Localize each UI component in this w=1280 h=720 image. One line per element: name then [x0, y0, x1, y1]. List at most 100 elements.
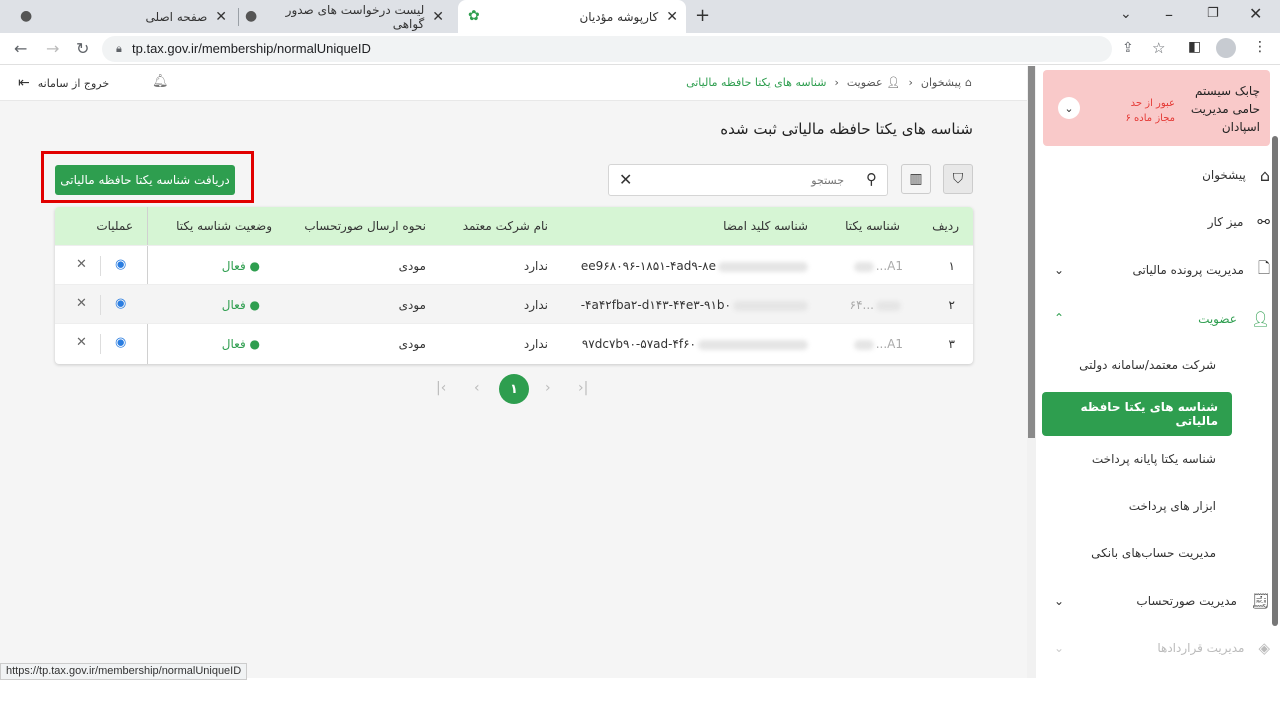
col-unique-id: شناسه یکتا [845, 219, 900, 233]
ops-divider [100, 256, 101, 276]
browser-tab-strip: ● ✕ صفحه اصلی ● ✕ لیست درخواست های صدور … [0, 0, 1280, 33]
subitem-bank-accounts[interactable]: مدیریت حساب‌های بانکی [1026, 546, 1216, 560]
close-tab-icon[interactable]: ✕ [215, 9, 227, 25]
nodes-icon: ⚯ [1257, 213, 1270, 231]
view-icon[interactable]: ◉ [115, 296, 126, 311]
minimize-icon[interactable]: – [1165, 5, 1173, 24]
sidebar-item-label: مدیریت قراردادها [1157, 641, 1245, 655]
sidebar-item-tax-file[interactable]: 🗋︎ مدیریت پرونده مالیاتی [1132, 250, 1270, 290]
first-page-icon[interactable]: |‹ [436, 380, 446, 396]
next-page-icon[interactable]: › [545, 380, 551, 396]
search-icon[interactable]: ⚲ [866, 170, 877, 188]
cell-row: ۳ [948, 337, 955, 351]
handshake-icon: ◈ [1258, 639, 1270, 657]
restore-icon[interactable]: ❐ [1207, 6, 1219, 21]
globe-icon: ● [245, 8, 258, 24]
cell-key-id: ۴a۴۲fba۲-d۱۴۳-۴۴e۳-۹۱b۰- [581, 298, 808, 312]
url-text[interactable]: tp.tax.gov.ir/membership/normalUniqueID [132, 41, 371, 56]
prev-page-icon[interactable]: ‹ [474, 380, 480, 396]
last-page-icon[interactable]: ›| [578, 380, 588, 396]
table-header: ردیف شناسه یکتا شناسه کلید امضا نام شرکت… [55, 207, 973, 245]
address-bar: ← → ↻ 🔒︎ tp.tax.gov.ir/membership/normal… [0, 33, 1280, 65]
cell-key-id: ۹۷dc۷b۹۰-۵۷ad-۴f۶۰ [582, 337, 808, 351]
subitem-trusted-company[interactable]: شرکت معتمد/سامانه دولتی [1026, 358, 1216, 372]
columns-button[interactable]: ▥ [901, 164, 931, 194]
alert-box[interactable]: چابک سیستم حامی مدیریت اسپادان عبور از ح… [1043, 70, 1270, 146]
status-dot-icon: ● [249, 259, 260, 273]
status-dot-icon: ● [249, 298, 260, 312]
sidebar-item-membership[interactable]: 👤︎ عضویت [1198, 299, 1270, 339]
breadcrumb-membership[interactable]: عضویت [847, 76, 883, 89]
tab-home[interactable]: ✕ صفحه اصلی [140, 0, 235, 33]
sidebar-item-label: مدیریت پرونده مالیاتی [1132, 263, 1244, 277]
cell-method: مودی [398, 259, 426, 273]
top-bar: خروج از سامانه ⇤ 🔔︎ ⌂ پیشخوان ‹ 👤︎ عضویت… [0, 66, 1027, 101]
tab-cert-list[interactable]: ✕ لیست درخواست های صدور گواهی [262, 0, 452, 33]
chevron-down-icon[interactable]: ⌄ [1054, 594, 1064, 608]
main-scrollbar[interactable] [1027, 66, 1036, 678]
cell-company: ندارد [523, 337, 548, 351]
logout-label: خروج از سامانه [37, 76, 110, 90]
bottom-strip [0, 680, 1280, 720]
page-number-current[interactable]: ۱ [499, 374, 529, 404]
cell-company: ندارد [523, 298, 548, 312]
breadcrumb-home[interactable]: پیشخوان [921, 76, 961, 89]
tab-title: صفحه اصلی [145, 9, 208, 24]
filter-button[interactable]: ⛉ [943, 164, 973, 194]
page-title: شناسه های یکتا حافظه مالیاتی ثبت شده [720, 120, 973, 138]
sidebar: چابک سیستم حامی مدیریت اسپادان عبور از ح… [1036, 66, 1280, 678]
tab-title: کارپوشه مؤدیان [579, 9, 659, 24]
close-tab-icon[interactable]: ✕ [432, 9, 444, 25]
chevron-up-icon[interactable]: ⌃ [1054, 311, 1064, 325]
view-icon[interactable]: ◉ [115, 257, 126, 272]
cell-row: ۱ [948, 259, 955, 273]
sidebar-item-label: عضویت [1198, 312, 1237, 326]
side-panel-icon[interactable]: ◧ [1188, 39, 1201, 55]
new-tab-icon[interactable]: + [695, 5, 710, 26]
sidebar-item-label: پیشخوان [1202, 168, 1246, 182]
profile-avatar-icon[interactable] [1216, 38, 1236, 58]
clear-icon[interactable]: ✕ [619, 170, 632, 189]
cell-unique-id: A1... [853, 259, 903, 273]
cell-company: ندارد [523, 259, 548, 273]
logout-link[interactable]: خروج از سامانه ⇤ [18, 75, 109, 91]
subitem-payment-terminal[interactable]: شناسه یکتا پایانه پرداخت [1026, 452, 1216, 466]
sidebar-item-workdesk[interactable]: ⚯ میز کار [1208, 202, 1270, 242]
tab-separator [238, 8, 239, 26]
menu-kebab-icon[interactable]: ⋮ [1253, 39, 1267, 55]
sidebar-item-dashboard[interactable]: ⌂ پیشخوان [1202, 155, 1270, 195]
back-icon[interactable]: ← [14, 39, 27, 58]
sidebar-scrollbar[interactable] [1272, 136, 1278, 626]
cell-unique-id: ...۶۴ [850, 298, 901, 312]
chrome-menu-icon[interactable]: ● [20, 8, 32, 24]
close-window-icon[interactable]: ✕ [1249, 4, 1262, 23]
view-icon[interactable]: ◉ [115, 335, 126, 350]
search-input[interactable] [649, 169, 844, 191]
app-area: خروج از سامانه ⇤ 🔔︎ ⌂ پیشخوان ‹ 👤︎ عضویت… [0, 66, 1280, 678]
cell-status: ● فعال [221, 259, 260, 273]
tab-search-icon[interactable]: ⌄ [1120, 6, 1132, 22]
sidebar-item-invoices[interactable]: 🧾︎ مدیریت صورتحساب [1136, 581, 1270, 621]
sidebar-item-contracts[interactable]: ◈ مدیریت قراردادها [1157, 628, 1270, 668]
tab-karpooshe[interactable]: ✕ کارپوشه مؤدیان ✿ [458, 0, 686, 33]
chevron-down-icon[interactable]: ⌄ [1054, 263, 1064, 277]
cell-method: مودی [398, 298, 426, 312]
delete-icon[interactable]: ✕ [76, 296, 87, 311]
delete-icon[interactable]: ✕ [76, 257, 87, 272]
alert-title: چابک سیستم حامی مدیریت اسپادان [1190, 84, 1260, 134]
bookmark-star-icon[interactable]: ☆ [1152, 39, 1165, 57]
subitem-payment-tools[interactable]: ابزار های پرداخت [1026, 499, 1216, 513]
home-icon: ⌂ [965, 76, 972, 89]
reload-icon[interactable]: ↻ [76, 39, 89, 58]
home-icon: ⌂ [1259, 165, 1270, 185]
chevron-down-icon[interactable]: ⌄ [1058, 97, 1080, 119]
bell-icon[interactable]: 🔔︎ [152, 74, 169, 89]
forward-icon[interactable]: → [46, 39, 59, 58]
delete-icon[interactable]: ✕ [76, 335, 87, 350]
main-content: خروج از سامانه ⇤ 🔔︎ ⌂ پیشخوان ‹ 👤︎ عضویت… [0, 66, 1027, 678]
chevron-down-icon[interactable]: ⌄ [1054, 641, 1064, 655]
table-row: ۱ A1... ee9۶۸۰۹۶-۱۸۵۱-۴ad۹-۸e ندارد مودی… [55, 245, 973, 284]
subitem-unique-ids[interactable]: شناسه های یکتا حافظه مالیاتی [1042, 392, 1232, 436]
close-tab-icon[interactable]: ✕ [666, 9, 678, 25]
share-icon[interactable]: ⇪ [1122, 40, 1134, 56]
